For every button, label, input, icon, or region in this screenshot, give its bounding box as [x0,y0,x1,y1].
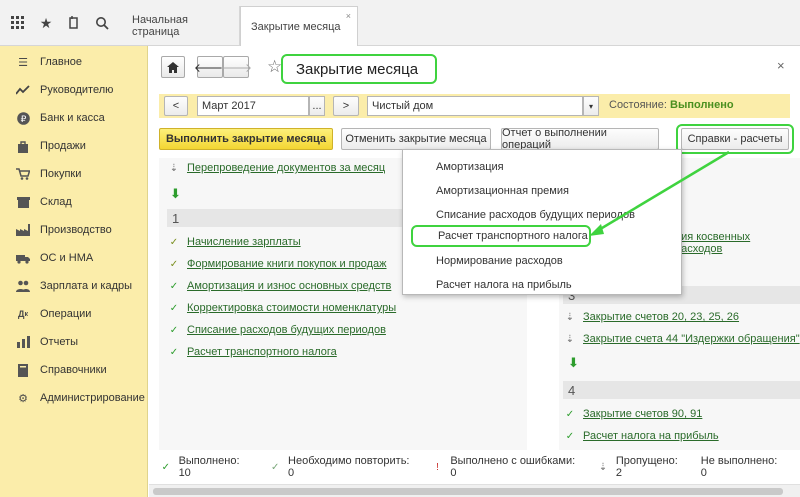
skipped-count: ⇣ Пропущено: 2 [596,455,684,479]
sidebar-item-reports[interactable]: Отчеты [0,328,148,356]
check-icon: ✓ [161,461,170,473]
sidebar-item-main[interactable]: ☰ Главное [0,48,148,76]
favorites-star-icon[interactable]: ★ [36,13,56,33]
sidebar-item-sales[interactable]: Продажи [0,132,148,160]
ruble-icon: ₽ [16,111,30,125]
sidebar-item-production[interactable]: Производство [0,216,148,244]
top-bar: ★ Начальная страница Закрытие месяца × [0,0,800,47]
bag-icon [16,139,30,153]
book-icon [16,363,30,377]
cart-icon [16,167,30,181]
error-icon: ! [436,461,439,473]
main-content: 🡐 🡒 ☆ Закрытие месяца × < Март 2017 ... … [149,46,800,497]
sidebar-item-purchases[interactable]: Покупки [0,160,148,188]
tab-close-icon[interactable]: × [346,11,351,21]
chart-line-icon [16,83,30,97]
report-icon [16,335,30,349]
svg-text:₽: ₽ [20,115,26,125]
sidebar: ☰ Главное Руководителю ₽ Банк и касса Пр… [0,46,148,497]
sidebar-item-operations[interactable]: Дк Операции [0,300,148,328]
menu-icon: ☰ [18,56,28,69]
tab-month-closing[interactable]: Закрытие месяца × [240,6,358,47]
sidebar-item-bank[interactable]: ₽ Банк и касса [0,104,148,132]
dt-kt-icon: Дк [18,309,28,319]
sidebar-item-admin[interactable]: ⚙ Администрирование [0,384,148,412]
status-footer: ✓ Выполнено: 10 ✓ Необходимо повторить: 0 … [159,454,800,480]
factory-icon [16,223,30,237]
people-icon [16,279,30,293]
apps-grid-icon[interactable] [8,13,28,33]
done-count: ✓ Выполнено: 10 [159,455,252,479]
gear-icon: ⚙ [18,392,28,405]
not-done-count: Не выполнено: 0 [700,455,778,479]
check-icon: ✓ [271,461,280,473]
box-icon [16,195,30,209]
search-icon[interactable] [92,13,112,33]
skipped-icon: ⇣ [598,461,608,473]
horizontal-scrollbar[interactable] [149,484,800,497]
sidebar-item-manager[interactable]: Руководителю [0,76,148,104]
sidebar-item-salary[interactable]: Зарплата и кадры [0,272,148,300]
car-icon [16,251,30,265]
sidebar-item-assets[interactable]: ОС и НМА [0,244,148,272]
sidebar-item-warehouse[interactable]: Склад [0,188,148,216]
errors-count: ! Выполнено с ошибками: 0 [431,455,581,479]
scrollbar-thumb[interactable] [153,488,783,495]
sidebar-item-catalogs[interactable]: Справочники [0,356,148,384]
tab-home[interactable]: Начальная страница [122,6,240,46]
history-icon[interactable] [64,13,84,33]
repeat-count: ✓ Необходимо повторить: 0 [268,455,414,479]
annotation-arrow [589,150,730,236]
